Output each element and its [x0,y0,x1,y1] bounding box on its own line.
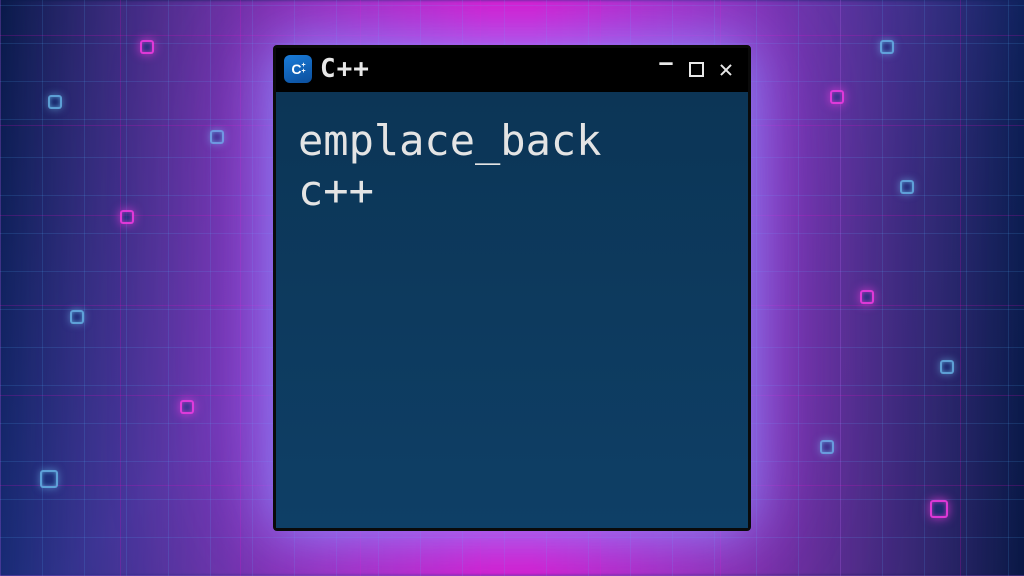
window-title: C++ [320,54,370,84]
window-controls: – ✕ [654,57,738,81]
minimize-button[interactable]: – [654,57,678,81]
window-glow-wrapper: C++ C++ – ✕ emplace_back c++ [273,45,751,531]
code-line-1: emplace_back [298,116,726,166]
close-button[interactable]: ✕ [714,57,738,81]
terminal-body[interactable]: emplace_back c++ [276,92,748,528]
maximize-icon [689,62,704,77]
close-icon: ✕ [719,57,733,81]
maximize-button[interactable] [684,57,708,81]
cpp-app-icon: C++ [284,55,312,83]
minimize-icon: – [659,53,672,75]
titlebar[interactable]: C++ C++ – ✕ [276,48,748,92]
terminal-window: C++ C++ – ✕ emplace_back c++ [273,45,751,531]
code-line-2: c++ [298,166,726,216]
